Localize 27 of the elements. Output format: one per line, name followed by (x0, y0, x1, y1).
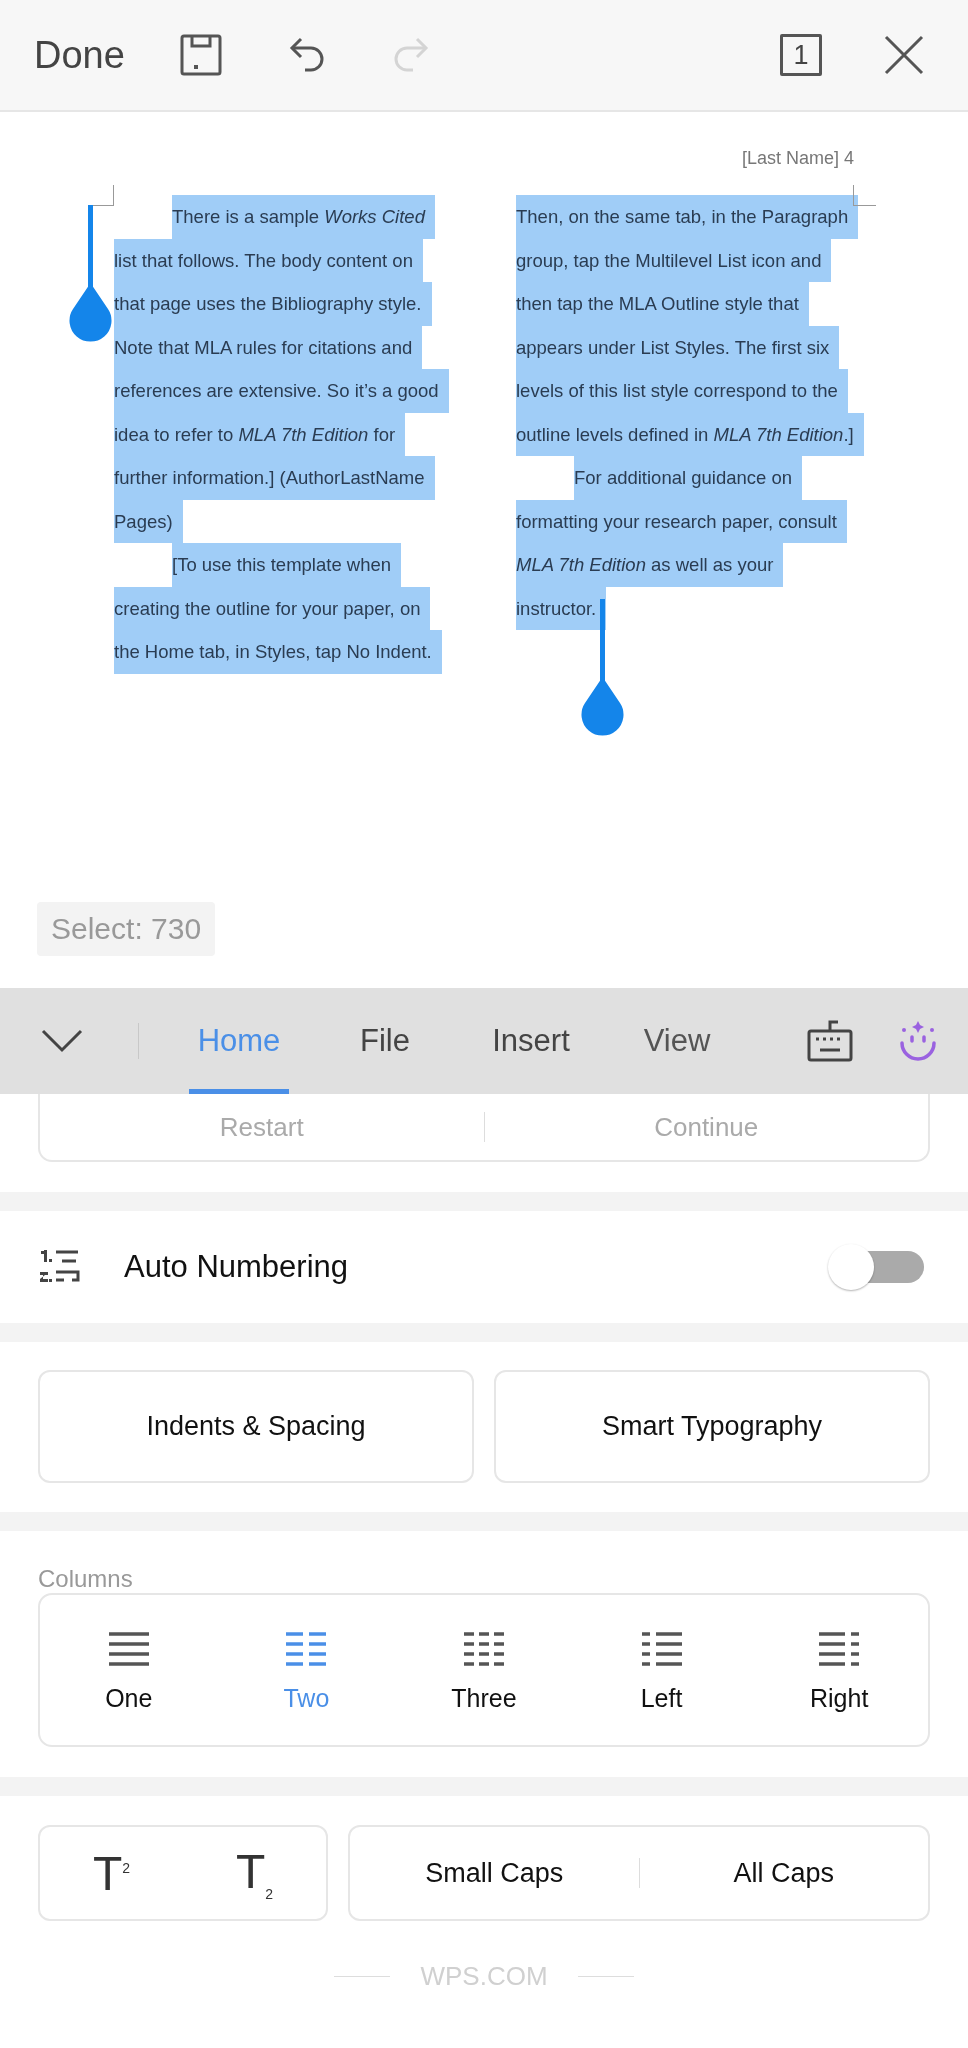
column-option[interactable]: Three (395, 1627, 573, 1713)
paragraph-text: For additional guidance on formatting your research paper, consult MLA 7th Edition as well as your instructor. (516, 456, 876, 630)
caps-button[interactable]: All Caps (639, 1857, 928, 1889)
smiley-sparkle-icon[interactable] (898, 1021, 938, 1061)
chevron-down-icon[interactable] (40, 1027, 84, 1055)
tab[interactable]: View (604, 988, 750, 1094)
tab[interactable]: Insert (458, 988, 604, 1094)
done-button[interactable]: Done (34, 33, 125, 77)
section-label: Columns (38, 1564, 134, 1593)
page-header: [Last Name] 4 (741, 148, 854, 170)
option-button[interactable]: Smart Typography (494, 1370, 930, 1483)
caps-button[interactable]: Small Caps (350, 1857, 639, 1889)
page-count-button[interactable]: 1 (780, 34, 822, 76)
option-button[interactable]: Indents & Spacing (38, 1370, 474, 1483)
paragraph-text: [To use this template when creating the outline for your paper, on the Home tab, in Styles, tap No Indent. (114, 543, 464, 674)
column-option[interactable]: Left (572, 1627, 751, 1713)
setting-label: Auto Numbering (124, 1249, 348, 1285)
paragraph-text: There is a sample Works Cited list that follows. The body content on that page uses the Bibliography style. Note that MLA rules for citations and references are extensive. So it’s a good idea to refer to MLA 7th Edition for further information.] (AuthorLastName Pages) (114, 195, 464, 543)
column-option[interactable]: Right (750, 1627, 928, 1713)
tab[interactable]: File (312, 988, 458, 1094)
toggle-switch[interactable] (826, 1242, 926, 1292)
column-option[interactable]: One (40, 1627, 218, 1713)
keyboard-icon[interactable] (806, 1019, 854, 1063)
script-button[interactable]: T$^{2}$ (40, 1845, 183, 1901)
paragraph-text: Then, on the same tab, in the Paragraph group, tap the Multilevel List icon and then tap the MLA Outline style that appears under List Styles. The first six levels of this list style correspond to the outline levels defined in MLA 7th Edition.] (516, 195, 876, 456)
selection-count: Select: 730 (37, 902, 216, 956)
script-button[interactable]: T$_{2}$ (183, 1844, 326, 1902)
